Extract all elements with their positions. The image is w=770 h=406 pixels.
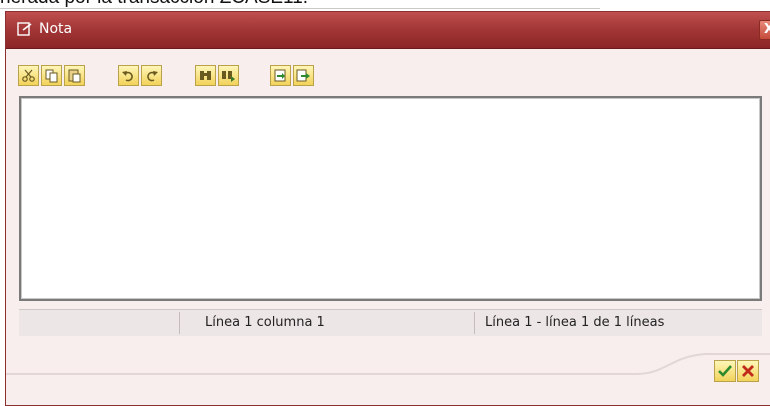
- close-icon: X: [764, 22, 770, 37]
- close-button[interactable]: X: [759, 20, 770, 40]
- import-button[interactable]: [270, 65, 291, 86]
- cancel-button[interactable]: [737, 360, 759, 382]
- checkmark-icon: [718, 365, 732, 377]
- scissors-icon: [22, 69, 35, 82]
- undo-button[interactable]: [118, 65, 139, 86]
- export-button[interactable]: [293, 65, 314, 86]
- copy-icon: [45, 69, 58, 83]
- line-count-status: Línea 1 - línea 1 de 1 líneas: [485, 315, 665, 330]
- background-rule: [0, 8, 600, 9]
- nota-dialog: Nota X Línea 1 columna 1 Línea 1 - línea…: [5, 11, 770, 406]
- edit-note-icon: [17, 22, 32, 36]
- import-icon: [274, 69, 286, 82]
- find-next-button[interactable]: [218, 65, 239, 86]
- confirm-button[interactable]: [714, 360, 736, 382]
- redo-icon: [147, 71, 158, 82]
- undo-icon: [122, 71, 133, 82]
- cursor-position-status: Línea 1 columna 1: [205, 315, 325, 330]
- status-cell-empty: [19, 310, 179, 336]
- paste-icon: [68, 69, 81, 83]
- cancel-x-icon: [742, 365, 754, 377]
- editor-statusbar: Línea 1 columna 1 Línea 1 - línea 1 de 1…: [19, 309, 762, 336]
- dialog-titlebar[interactable]: Nota X: [6, 12, 770, 49]
- paste-button[interactable]: [64, 65, 85, 86]
- editor-content: [21, 98, 760, 299]
- redo-button[interactable]: [141, 65, 162, 86]
- find-button[interactable]: [195, 65, 216, 86]
- status-separator: [474, 312, 475, 334]
- dialog-title: Nota: [39, 21, 73, 37]
- footer-curve-decoration: [6, 353, 770, 375]
- binoculars-next-icon: [222, 71, 235, 82]
- note-text-editor[interactable]: [19, 96, 762, 301]
- cut-button[interactable]: [18, 65, 39, 86]
- export-icon: [296, 69, 310, 82]
- status-separator: [179, 312, 180, 334]
- binoculars-icon: [200, 71, 211, 80]
- copy-button[interactable]: [41, 65, 62, 86]
